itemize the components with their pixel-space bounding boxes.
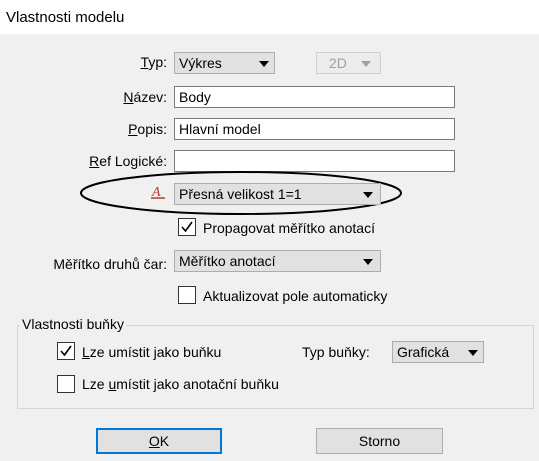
propagate-label: Propagovat měřítko anotací <box>203 220 375 236</box>
name-input[interactable]: Body <box>174 86 455 108</box>
cell-properties-legend: Vlastnosti buňky <box>20 316 126 332</box>
annotation-scale-icon[interactable]: A <box>150 183 166 201</box>
checkmark-icon <box>60 345 72 357</box>
chevron-down-icon <box>259 61 269 67</box>
place-as-cell-checkbox[interactable] <box>57 342 75 360</box>
place-as-annotation-cell-label: Lze umístit jako anotační buňku <box>82 376 279 392</box>
ref-logical-label: Ref Logické: <box>89 153 167 169</box>
cell-type-select[interactable]: Grafická <box>392 341 484 363</box>
description-input[interactable]: Hlavní model <box>174 118 455 140</box>
propagate-checkbox[interactable] <box>178 218 196 236</box>
cell-type-label: Typ buňky: <box>302 344 370 360</box>
auto-update-label: Aktualizovat pole automaticky <box>203 288 388 304</box>
window-title: Vlastnosti modelu <box>6 9 125 26</box>
name-label: Název: <box>123 89 167 105</box>
dimension-select: 2D <box>316 52 381 74</box>
line-style-scale-label: Měřítko druhů čar: <box>53 256 167 272</box>
ok-button[interactable]: OK <box>96 428 222 454</box>
type-select[interactable]: Výkres <box>174 52 275 74</box>
chevron-down-icon <box>468 350 478 356</box>
chevron-down-icon <box>361 61 371 67</box>
place-as-cell-label: Lze umístit jako buňku <box>82 344 222 360</box>
type-label: Typ: <box>140 54 167 70</box>
auto-update-checkbox[interactable] <box>178 286 196 304</box>
cell-properties-group <box>17 325 534 409</box>
cancel-button[interactable]: Storno <box>316 428 443 454</box>
annotation-scale-select[interactable]: Přesná velikost 1=1 <box>174 183 381 205</box>
description-label: Popis: <box>128 121 167 137</box>
chevron-down-icon <box>363 259 373 265</box>
chevron-down-icon <box>363 192 373 198</box>
place-as-annotation-cell-checkbox[interactable] <box>57 375 75 393</box>
line-style-scale-select[interactable]: Měřítko anotací <box>174 250 381 272</box>
checkmark-icon <box>181 221 193 233</box>
